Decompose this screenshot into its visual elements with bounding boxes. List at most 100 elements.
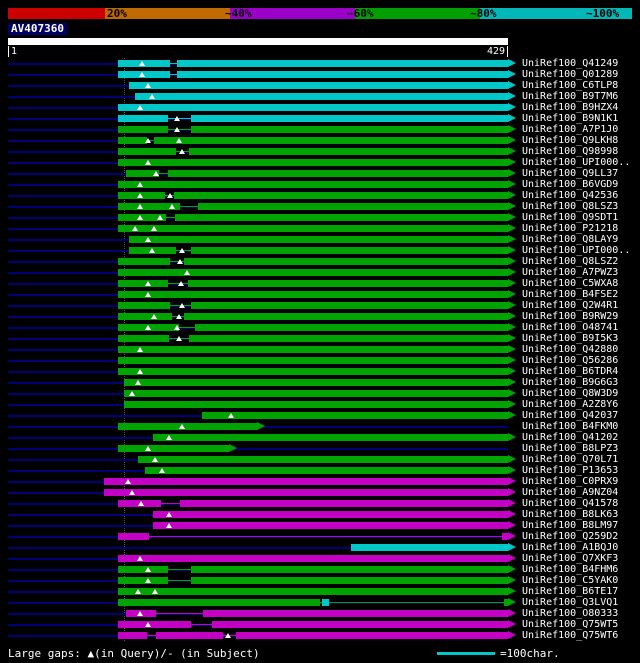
hit-row[interactable]: UniRef100_Q41249 — [0, 58, 640, 69]
hit-label[interactable]: UniRef100_B6VGD9 — [522, 179, 618, 190]
hit-row[interactable]: UniRef100_B4FKM0 — [0, 421, 640, 432]
hit-label[interactable]: UniRef100_B9G6G3 — [522, 377, 618, 388]
hit-segment[interactable] — [129, 236, 508, 243]
hit-label[interactable]: UniRef100_P13653 — [522, 465, 618, 476]
hit-row[interactable]: UniRef100_A7PWZ3 — [0, 267, 640, 278]
hit-segment[interactable] — [174, 192, 508, 199]
hit-label[interactable]: UniRef100_Q41202 — [522, 432, 618, 443]
hit-row[interactable]: UniRef100_C6TLP8 — [0, 80, 640, 91]
hit-segment[interactable] — [118, 126, 168, 133]
hit-label[interactable]: UniRef100_A2Z8Y6 — [522, 399, 618, 410]
hit-label[interactable]: UniRef100_B9HZX4 — [522, 102, 618, 113]
hit-segment[interactable] — [118, 588, 508, 595]
hit-label[interactable]: UniRef100_Q7XKF3 — [522, 553, 618, 564]
hit-label[interactable]: UniRef100_UPI000.. — [522, 245, 630, 256]
hit-label[interactable]: UniRef100_C5WXA8 — [522, 278, 618, 289]
hit-row[interactable]: UniRef100_A7P1J0 — [0, 124, 640, 135]
hit-segment[interactable] — [175, 214, 508, 221]
hit-segment[interactable] — [168, 170, 508, 177]
hit-segment[interactable] — [118, 632, 147, 639]
hit-segment[interactable] — [156, 632, 223, 639]
hit-segment[interactable] — [191, 566, 508, 573]
hit-row[interactable]: UniRef100_Q8LSZ3 — [0, 201, 640, 212]
hit-row[interactable]: UniRef100_B9HZX4 — [0, 102, 640, 113]
hit-segment[interactable] — [118, 566, 168, 573]
hit-label[interactable]: UniRef100_Q9LKH8 — [522, 135, 618, 146]
hit-segment[interactable] — [177, 60, 508, 67]
hit-row[interactable]: UniRef100_B6TDR4 — [0, 366, 640, 377]
hit-label[interactable]: UniRef100_Q41578 — [522, 498, 618, 509]
hit-label[interactable]: UniRef100_B9RW29 — [522, 311, 618, 322]
hit-segment[interactable] — [118, 291, 508, 298]
hit-segment[interactable] — [202, 412, 508, 419]
hit-segment[interactable] — [180, 500, 508, 507]
hit-segment[interactable] — [118, 258, 171, 265]
hit-segment[interactable] — [118, 181, 508, 188]
hit-label[interactable]: UniRef100_B8LK63 — [522, 509, 618, 520]
hit-label[interactable]: UniRef100_A7PWZ3 — [522, 267, 618, 278]
hit-segment[interactable] — [203, 610, 508, 617]
hit-row[interactable]: UniRef100_B6VGD9 — [0, 179, 640, 190]
hit-row[interactable]: UniRef100_B8LK63 — [0, 509, 640, 520]
hit-row[interactable]: UniRef100_C0PRX9 — [0, 476, 640, 487]
hit-segment[interactable] — [118, 599, 320, 606]
hit-row[interactable]: UniRef100_Q3LVQ1 — [0, 597, 640, 608]
hit-row[interactable]: UniRef100_Q01289 — [0, 69, 640, 80]
hit-label[interactable]: UniRef100_Q8LSZ3 — [522, 201, 618, 212]
hit-row[interactable]: UniRef100_B9T7M6 — [0, 91, 640, 102]
hit-label[interactable]: UniRef100_Q259D2 — [522, 531, 618, 542]
hit-row[interactable]: UniRef100_B8LM97 — [0, 520, 640, 531]
hit-label[interactable]: UniRef100_B4FSE2 — [522, 289, 618, 300]
hit-segment[interactable] — [118, 159, 508, 166]
hit-row[interactable]: UniRef100_Q42536 — [0, 190, 640, 201]
hit-label[interactable]: UniRef100_B8LPZ3 — [522, 443, 618, 454]
hit-label[interactable]: UniRef100_A1BQJ0 — [522, 542, 618, 553]
hit-segment[interactable] — [104, 489, 508, 496]
hit-row[interactable]: UniRef100_B4FHM6 — [0, 564, 640, 575]
hit-row[interactable]: UniRef100_Q75WT6 — [0, 630, 640, 641]
hit-segment[interactable] — [118, 313, 172, 320]
hit-segment[interactable] — [191, 302, 508, 309]
hit-segment[interactable] — [118, 368, 508, 375]
hit-segment[interactable] — [191, 577, 508, 584]
hit-label[interactable]: UniRef100_Q42536 — [522, 190, 618, 201]
hit-label[interactable]: UniRef100_A9NZ04 — [522, 487, 618, 498]
hit-row[interactable]: UniRef100_Q259D2 — [0, 531, 640, 542]
hit-row[interactable]: UniRef100_Q9LL37 — [0, 168, 640, 179]
hit-segment[interactable] — [153, 434, 508, 441]
hit-segment[interactable] — [145, 467, 508, 474]
hit-row[interactable]: UniRef100_Q2W4R1 — [0, 300, 640, 311]
hit-label[interactable]: UniRef100_Q42037 — [522, 410, 618, 421]
hit-row[interactable]: UniRef100_Q8LAY9 — [0, 234, 640, 245]
hit-segment[interactable] — [118, 148, 176, 155]
hit-segment[interactable] — [154, 137, 508, 144]
hit-segment[interactable] — [188, 280, 508, 287]
hit-row[interactable]: UniRef100_P21218 — [0, 223, 640, 234]
hit-label[interactable]: UniRef100_Q01289 — [522, 69, 618, 80]
hit-segment[interactable] — [118, 555, 508, 562]
hit-segment[interactable] — [153, 522, 508, 529]
hit-label[interactable]: UniRef100_B4FHM6 — [522, 564, 618, 575]
hit-segment[interactable] — [191, 115, 508, 122]
hit-row[interactable]: UniRef100_A9NZ04 — [0, 487, 640, 498]
hit-label[interactable]: UniRef100_UPI000.. — [522, 157, 630, 168]
hit-segment[interactable] — [118, 357, 508, 364]
hit-segment[interactable] — [118, 621, 192, 628]
hit-label[interactable]: UniRef100_Q8LSZ2 — [522, 256, 618, 267]
hit-segment[interactable] — [236, 632, 508, 639]
hit-label[interactable]: UniRef100_Q98998 — [522, 146, 618, 157]
hit-label[interactable]: UniRef100_O48741 — [522, 322, 618, 333]
hit-row[interactable]: UniRef100_Q7XKF3 — [0, 553, 640, 564]
hit-label[interactable]: UniRef100_Q56286 — [522, 355, 618, 366]
hit-label[interactable]: UniRef100_C5YAK0 — [522, 575, 618, 586]
hit-row[interactable]: UniRef100_Q9LKH8 — [0, 135, 640, 146]
hit-row[interactable]: UniRef100_C5WXA8 — [0, 278, 640, 289]
hit-row[interactable]: UniRef100_Q56286 — [0, 355, 640, 366]
hit-label[interactable]: UniRef100_P21218 — [522, 223, 618, 234]
hit-segment[interactable] — [189, 335, 508, 342]
hit-row[interactable]: UniRef100_B4FSE2 — [0, 289, 640, 300]
hit-label[interactable]: UniRef100_Q75WT6 — [522, 630, 618, 641]
hit-row[interactable]: UniRef100_O80333 — [0, 608, 640, 619]
hit-label[interactable]: UniRef100_B4FKM0 — [522, 421, 618, 432]
hit-row[interactable]: UniRef100_B9N1K1 — [0, 113, 640, 124]
